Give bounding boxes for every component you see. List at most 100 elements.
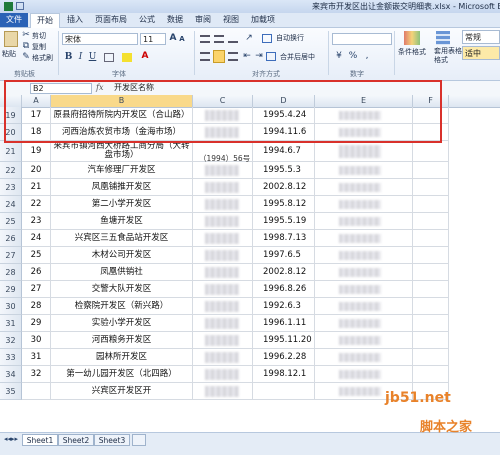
cell-d[interactable]: 2002.8.12 — [253, 264, 315, 281]
cell-a[interactable]: 23 — [22, 213, 51, 230]
cell-d[interactable]: 1996.2.28 — [253, 349, 315, 366]
row-header[interactable]: 22 — [0, 162, 22, 179]
cell-d[interactable]: 1995.4.24 — [253, 107, 315, 124]
cell-d[interactable]: 1992.6.3 — [253, 298, 315, 315]
paste-button[interactable]: 粘贴 — [2, 49, 16, 59]
cell-d[interactable]: 1995.11.20 — [253, 332, 315, 349]
cell-f[interactable] — [413, 298, 449, 315]
row-header[interactable]: 35 — [0, 383, 22, 400]
cell-a[interactable]: 24 — [22, 230, 51, 247]
row-header[interactable]: 23 — [0, 179, 22, 196]
orientation-icon[interactable]: ↗ — [244, 33, 254, 44]
cell-f[interactable] — [413, 247, 449, 264]
cell-b[interactable]: 兴宾区开发区开 — [51, 383, 193, 400]
font-name-select[interactable]: 宋体 — [62, 33, 138, 45]
scissors-icon[interactable]: ✂ — [22, 30, 30, 41]
cell-d[interactable]: 1995.5.19 — [253, 213, 315, 230]
sheet-tab-2[interactable]: Sheet2 — [58, 434, 94, 446]
font-size-select[interactable]: 11 — [140, 33, 166, 45]
row-header[interactable]: 26 — [0, 230, 22, 247]
format-painter-button[interactable]: 格式刷 — [32, 53, 53, 63]
cell-f[interactable] — [413, 213, 449, 230]
merge-icon[interactable] — [266, 52, 276, 61]
wrap-text-button[interactable]: 自动换行 — [276, 33, 304, 43]
cell-b[interactable]: 木材公司开发区 — [51, 247, 193, 264]
row-header[interactable]: 25 — [0, 213, 22, 230]
row-header[interactable]: 30 — [0, 298, 22, 315]
cell-b[interactable]: 汽车修理厂开发区 — [51, 162, 193, 179]
cell-b[interactable]: 交警大队开发区 — [51, 281, 193, 298]
cell-f[interactable] — [413, 179, 449, 196]
row-header[interactable]: 32 — [0, 332, 22, 349]
fx-icon[interactable]: fx — [96, 83, 103, 92]
column-header-e[interactable]: E — [315, 95, 413, 107]
tab-formulas[interactable]: 公式 — [134, 13, 160, 27]
column-header-f[interactable]: F — [413, 95, 449, 107]
save-icon[interactable] — [16, 2, 24, 10]
cell-a[interactable] — [22, 383, 51, 400]
conditional-format-button[interactable]: 条件格式 — [398, 47, 426, 57]
row-header[interactable]: 29 — [0, 281, 22, 298]
sheet-tab-3[interactable]: Sheet3 — [94, 434, 130, 446]
cell-b[interactable]: 实验小学开发区 — [51, 315, 193, 332]
cell-a[interactable]: 25 — [22, 247, 51, 264]
bold-button[interactable]: B — [64, 52, 73, 63]
cell-b[interactable]: 河西粮务开发区 — [51, 332, 193, 349]
cell-b[interactable]: 兴宾区三五食品站开发区 — [51, 230, 193, 247]
cell-d[interactable] — [253, 383, 315, 400]
fill-color-icon[interactable] — [122, 53, 132, 62]
cell-a[interactable]: 27 — [22, 281, 51, 298]
name-box[interactable]: B2 — [30, 83, 92, 94]
font-color-icon[interactable]: A — [140, 51, 150, 62]
cell-b[interactable]: 河西治炼农贸市场（金海市场） — [51, 124, 193, 141]
column-header-a[interactable]: A — [22, 95, 51, 107]
underline-button[interactable]: U — [88, 52, 97, 63]
cell-a[interactable]: 26 — [22, 264, 51, 281]
row-header[interactable]: 28 — [0, 264, 22, 281]
cell-d[interactable]: 1998.7.13 — [253, 230, 315, 247]
cell-a[interactable]: 30 — [22, 332, 51, 349]
percent-button[interactable]: % — [348, 51, 358, 62]
cell-d[interactable]: 1996.1.11 — [253, 315, 315, 332]
cell-d[interactable]: 2002.8.12 — [253, 179, 315, 196]
formula-input[interactable]: 开发区名称 — [112, 83, 438, 94]
cell-b[interactable]: 鱼塘开发区 — [51, 213, 193, 230]
cell-f[interactable] — [413, 162, 449, 179]
cell-f[interactable] — [413, 141, 449, 162]
cell-a[interactable]: 22 — [22, 196, 51, 213]
italic-button[interactable]: I — [76, 52, 85, 63]
align-top-icon[interactable] — [200, 35, 210, 43]
cell-b[interactable]: 园林所开发区 — [51, 349, 193, 366]
brush-icon[interactable]: ✎ — [22, 52, 30, 63]
sheet-nav-arrows-icon[interactable]: ◂◂▸▸ — [2, 434, 20, 445]
borders-icon[interactable] — [104, 53, 114, 62]
cell-d[interactable]: 1995.8.12 — [253, 196, 315, 213]
cell-b[interactable]: 第一幼儿园开发区（北四路） — [51, 366, 193, 383]
currency-icon[interactable]: ¥ — [334, 51, 344, 62]
cell-f[interactable] — [413, 124, 449, 141]
cell-b[interactable]: 来宾市镇河西大桥路工商分局（大转盘市场） — [51, 141, 193, 162]
grow-font-icon[interactable]: A — [168, 33, 178, 44]
style-normal[interactable]: 常规 — [462, 30, 500, 44]
column-header-c[interactable]: C — [193, 95, 253, 107]
tab-insert[interactable]: 插入 — [62, 13, 88, 27]
cell-a[interactable]: 28 — [22, 298, 51, 315]
cell-b[interactable]: 第二小学开发区 — [51, 196, 193, 213]
decrease-indent-icon[interactable]: ⇤ — [242, 51, 252, 62]
comma-button[interactable]: , — [362, 51, 372, 62]
cell-f[interactable] — [413, 264, 449, 281]
column-header-b[interactable]: B — [51, 95, 193, 107]
tab-addins[interactable]: 加载项 — [246, 13, 280, 27]
cell-a[interactable]: 19 — [22, 141, 51, 162]
cell-d[interactable]: 1997.6.5 — [253, 247, 315, 264]
cell-d[interactable]: 1998.12.1 — [253, 366, 315, 383]
align-center-icon[interactable] — [213, 50, 225, 63]
new-sheet-icon[interactable] — [132, 434, 146, 446]
tab-file[interactable]: 文件 — [0, 13, 28, 27]
tab-view[interactable]: 视图 — [218, 13, 244, 27]
tab-data[interactable]: 数据 — [162, 13, 188, 27]
shrink-font-icon[interactable]: A — [178, 34, 186, 45]
table-format-icon[interactable] — [436, 31, 450, 45]
cell-d[interactable]: 1995.5.3 — [253, 162, 315, 179]
cell-d[interactable]: 1994.11.6 — [253, 124, 315, 141]
